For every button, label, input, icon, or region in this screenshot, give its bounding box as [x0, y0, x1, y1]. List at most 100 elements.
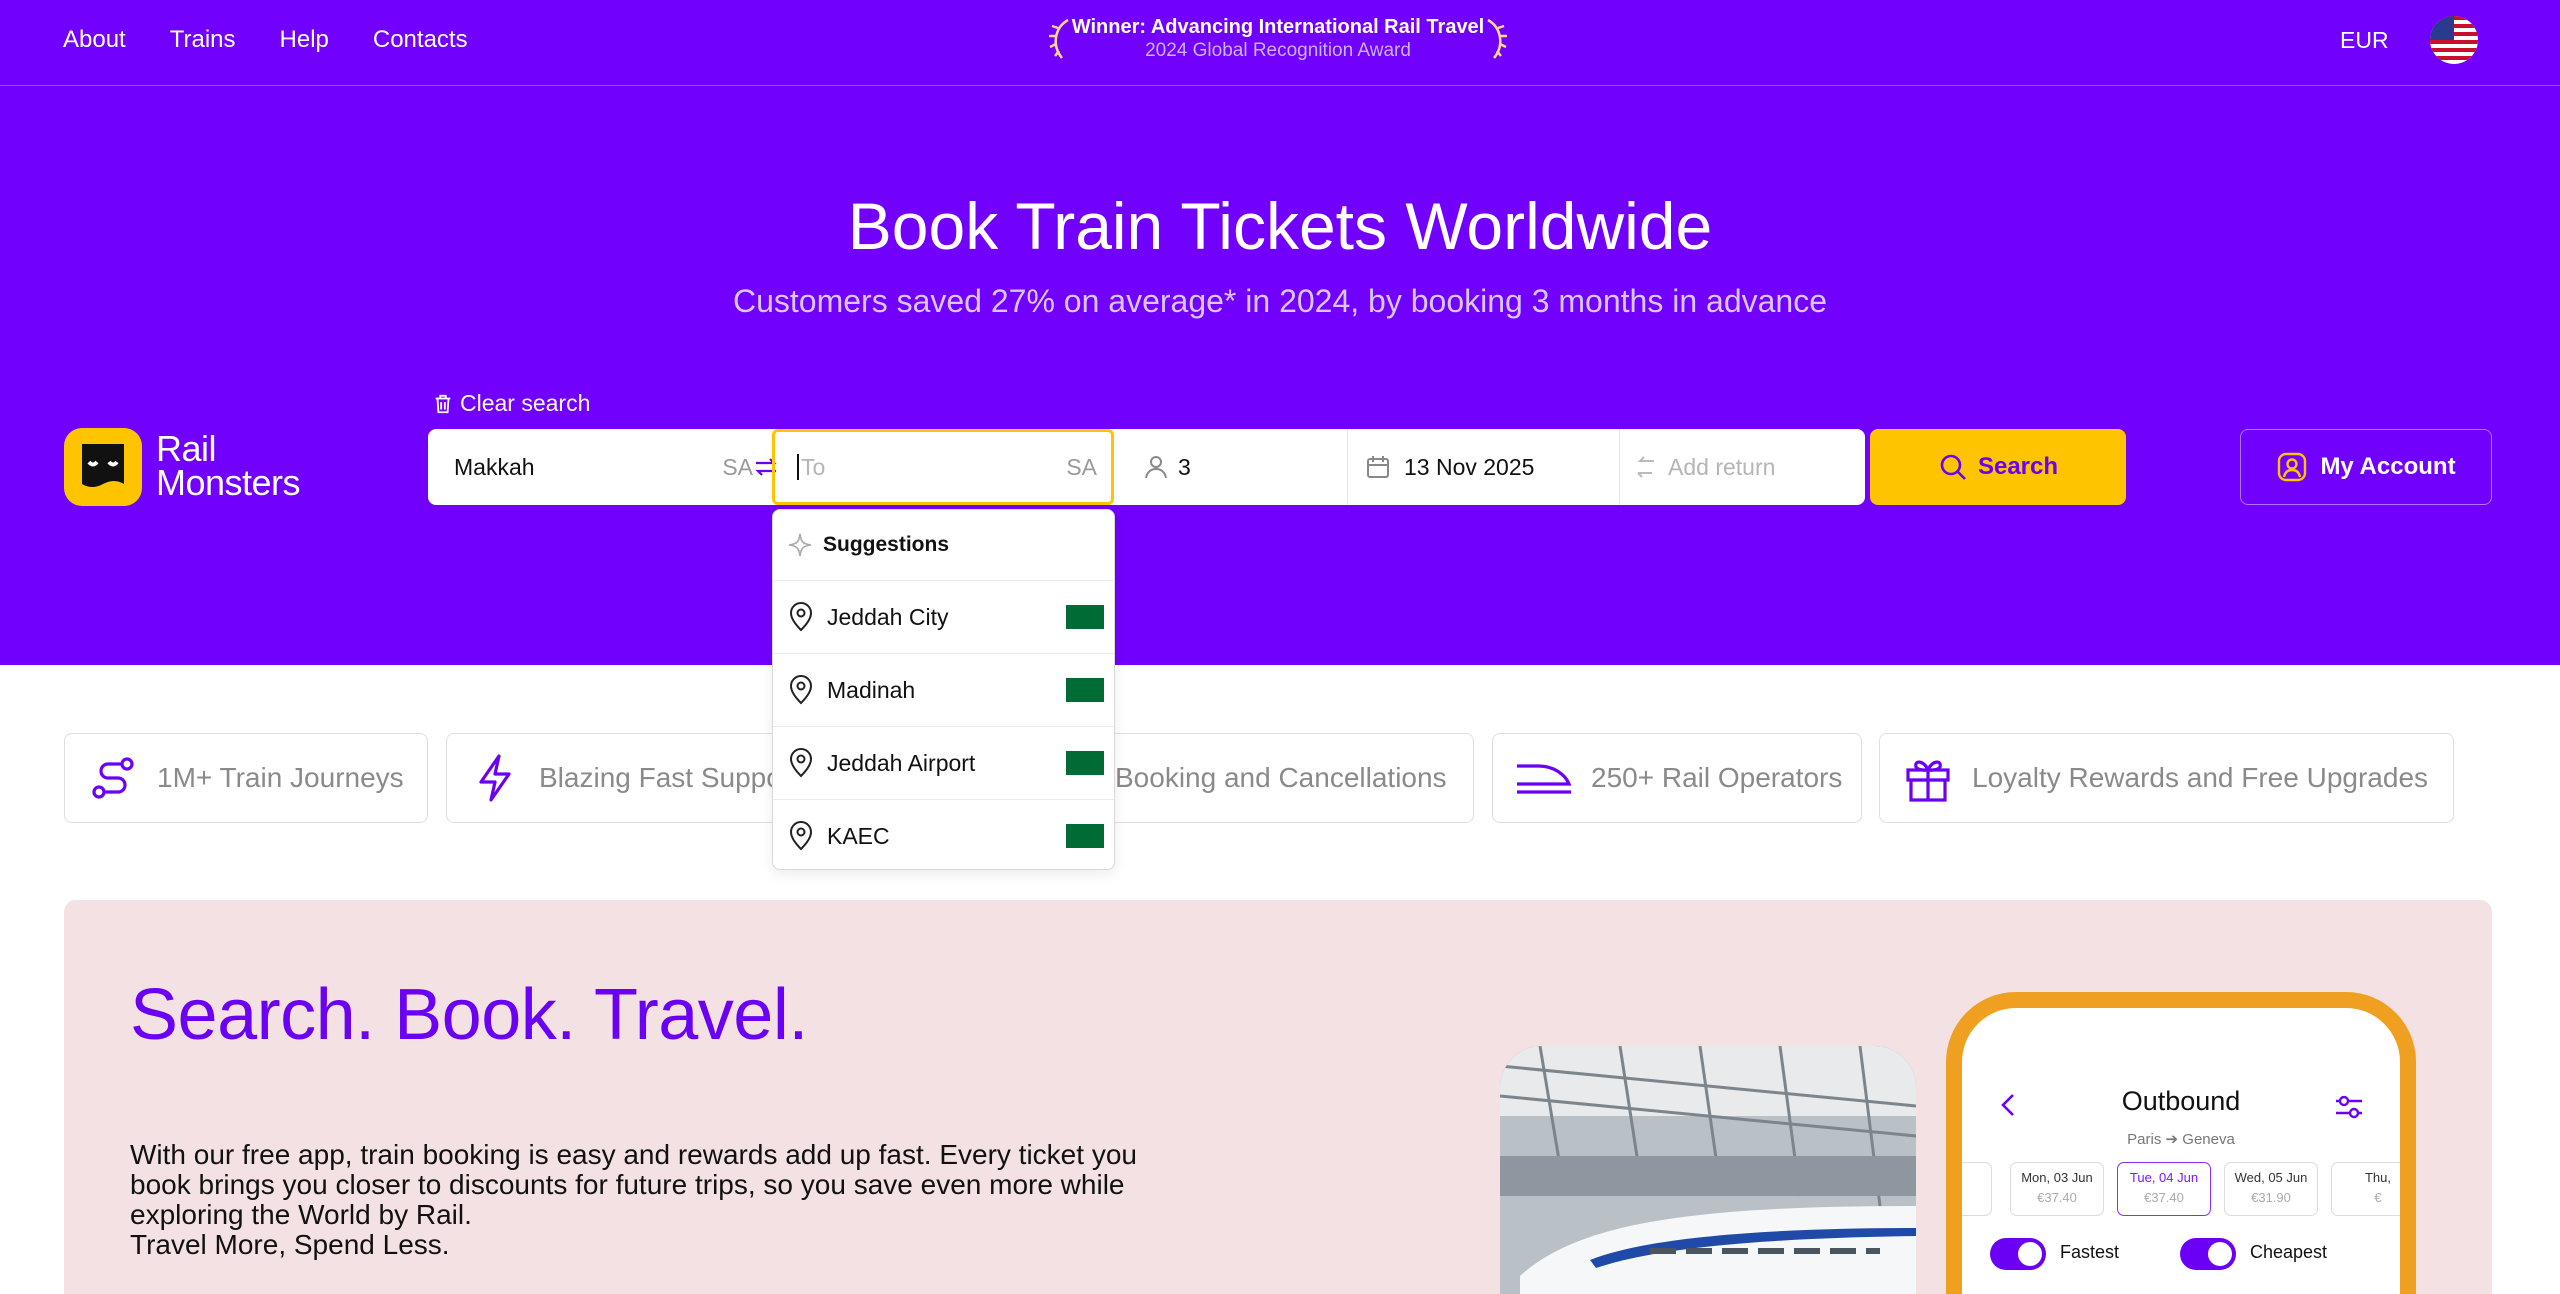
suggestion-item[interactable]: Madinah: [773, 653, 1114, 726]
feature-booking: Booking and Cancellations: [1080, 733, 1474, 823]
to-country-code: SA: [1066, 453, 1097, 480]
clear-search-label: Clear search: [460, 390, 591, 416]
promo-line: With our free app, train booking is easy…: [130, 1139, 1137, 1170]
person-icon: [1145, 456, 1167, 479]
location-pin-icon: [789, 602, 813, 632]
logo-line-1: Rail: [156, 428, 217, 469]
cheapest-label: Cheapest: [2250, 1242, 2328, 1262]
feature-label: 250+ Rail Operators: [1591, 762, 1843, 793]
gift-icon: [1906, 760, 1950, 802]
clear-search-button[interactable]: Clear search: [432, 390, 590, 417]
hero-section: About Trains Help Contacts Winner: Advan…: [0, 0, 2560, 665]
route-arrow-icon: ➔: [2165, 1131, 2183, 1148]
suggestion-item[interactable]: KAEC: [773, 799, 1114, 872]
feature-label: Booking and Cancellations: [1115, 762, 1447, 793]
location-pin-icon: [789, 748, 813, 778]
suggestion-item[interactable]: Jeddah Airport: [773, 726, 1114, 799]
laurel-left-icon: [1049, 18, 1069, 59]
phone-app-mockup: Outbound Paris ➔ Geneva Jun0 Mon, 03 Jun…: [1946, 992, 2416, 1294]
date-chip-price: €: [2374, 1190, 2382, 1205]
date-chip: Thu, €: [2331, 1162, 2400, 1216]
sparkle-icon: [788, 533, 812, 557]
bullet-train-photo: [1500, 1046, 1916, 1294]
laurel-right-icon: [1487, 18, 1507, 59]
saudi-flag-icon: [1066, 605, 1104, 629]
date-chip-price: €37.40: [2037, 1190, 2077, 1205]
suggestion-label: Jeddah City: [827, 603, 949, 630]
us-flag-icon[interactable]: [2430, 16, 2478, 64]
award-title: Winner: Advancing International Rail Tra…: [1071, 16, 1485, 38]
currency-selector[interactable]: EUR: [2340, 27, 2389, 54]
promo-description: With our free app, train booking is easy…: [130, 1140, 1190, 1260]
date-chip-selected: Tue, 04 Jun €37.40: [2117, 1162, 2211, 1216]
nav-links: About Trains Help Contacts: [63, 26, 512, 54]
feature-loyalty: Loyalty Rewards and Free Upgrades: [1879, 733, 2454, 823]
date-chip-label: Thu,: [2364, 1170, 2391, 1185]
calendar-icon: [1367, 456, 1389, 478]
rail-monsters-logo[interactable]: Rail Monsters: [64, 428, 324, 508]
feature-operators: 250+ Rail Operators: [1492, 733, 1862, 823]
suggestion-label: Jeddah Airport: [827, 749, 976, 776]
suggestion-item[interactable]: Jeddah City: [773, 580, 1114, 653]
departure-date-field[interactable]: 13 Nov 2025: [1348, 429, 1620, 505]
my-account-label: My Account: [2320, 453, 2456, 480]
date-chip-price: €37.40: [2144, 1190, 2184, 1205]
top-navigation: About Trains Help Contacts Winner: Advan…: [0, 0, 2560, 86]
search-bar: Makkah SA To SA 3 13 Nov 2025 Add return: [428, 429, 1865, 505]
return-date-field[interactable]: Add return: [1620, 429, 1865, 505]
fastest-label: Fastest: [2060, 1242, 2120, 1262]
phone-route: Paris ➔ Geneva: [1962, 1130, 2400, 1148]
promo-title: Search. Book. Travel.: [130, 975, 808, 1055]
text-caret: [797, 454, 799, 480]
date-chip-label: Mon, 03 Jun: [2021, 1170, 2093, 1185]
my-account-button[interactable]: My Account: [2240, 429, 2492, 505]
lightning-icon: [479, 754, 511, 802]
nav-link-about[interactable]: About: [63, 26, 126, 54]
logo-wordmark: Rail Monsters: [156, 428, 301, 501]
feature-label: 1M+ Train Journeys: [157, 762, 404, 793]
nav-link-trains[interactable]: Trains: [170, 26, 236, 54]
account-icon: [2278, 452, 2307, 482]
location-pin-icon: [789, 675, 813, 705]
app-promo-section: Search. Book. Travel. With our free app,…: [64, 900, 2492, 1294]
nav-link-contacts[interactable]: Contacts: [373, 26, 468, 54]
suggestions-header-label: Suggestions: [823, 533, 950, 556]
to-station-input[interactable]: To SA: [772, 429, 1114, 505]
search-button[interactable]: Search: [1870, 429, 2126, 505]
departure-date-value: 13 Nov 2025: [1404, 453, 1535, 480]
nav-link-help[interactable]: Help: [280, 26, 329, 54]
date-chip: Jun 0: [1962, 1162, 1992, 1216]
award-banner: Winner: Advancing International Rail Tra…: [1048, 16, 1508, 66]
to-station-placeholder: To: [801, 453, 826, 480]
trash-icon: [435, 394, 451, 413]
saudi-flag-icon: [1066, 678, 1104, 702]
from-station-field[interactable]: Makkah SA: [428, 429, 773, 505]
promo-line: exploring the World by Rail.: [130, 1199, 472, 1230]
suggestions-dropdown: Suggestions Jeddah City Madinah Jeddah A…: [772, 509, 1115, 870]
suggestions-header: Suggestions: [773, 510, 1114, 580]
saudi-flag-icon: [1066, 824, 1104, 848]
suggestion-label: Madinah: [827, 676, 916, 703]
route-icon: [92, 757, 134, 799]
return-arrow-icon: [1637, 456, 1654, 478]
monster-logo-icon: [64, 428, 142, 506]
cheapest-toggle: [2180, 1238, 2236, 1270]
date-chip-label: Wed, 05 Jun: [2234, 1170, 2308, 1185]
promo-line: book brings you closer to discounts for …: [130, 1169, 1125, 1200]
hero-title: Book Train Tickets Worldwide: [847, 189, 1713, 263]
passenger-count: 3: [1178, 453, 1191, 480]
phone-screen: Outbound Paris ➔ Geneva Jun0 Mon, 03 Jun…: [1962, 1008, 2400, 1294]
date-chip: Mon, 03 Jun €37.40: [2010, 1162, 2104, 1216]
return-date-placeholder: Add return: [1668, 453, 1776, 480]
date-chip: Wed, 05 Jun €31.90: [2224, 1162, 2318, 1216]
feature-label: Loyalty Rewards and Free Upgrades: [1972, 762, 2429, 793]
passengers-field[interactable]: 3: [1114, 429, 1348, 505]
route-to: Geneva: [2182, 1131, 2235, 1148]
feature-journeys: 1M+ Train Journeys: [64, 733, 428, 823]
promo-line: Travel More, Spend Less.: [130, 1229, 450, 1260]
location-pin-icon: [789, 821, 813, 851]
saudi-flag-icon: [1066, 751, 1104, 775]
date-chip-label: Tue, 04 Jun: [2129, 1170, 2199, 1185]
feature-label: Blazing Fast Suppo: [539, 762, 782, 793]
high-speed-train-icon: [1517, 764, 1572, 794]
